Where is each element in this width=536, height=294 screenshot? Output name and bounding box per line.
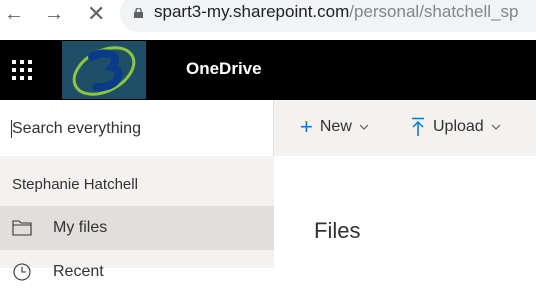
back-arrow-icon[interactable]: ← (4, 2, 24, 26)
search-input[interactable] (12, 118, 262, 140)
nav-item-label: My files (53, 219, 108, 236)
search-box[interactable] (0, 100, 274, 156)
nav-item-recent[interactable]: Recent (0, 250, 274, 294)
logo-mark (72, 46, 136, 96)
url-domain: spart3-my.sharepoint.com (154, 2, 350, 21)
url-path: /personal/shatchell_sp (349, 2, 519, 21)
nav-item-label: Recent (53, 263, 104, 280)
clock-icon (13, 263, 31, 281)
address-bar[interactable]: spart3-my.sharepoint.com/personal/shatch… (120, 0, 536, 32)
upload-icon (412, 117, 424, 136)
command-bar: + New Upload (274, 100, 536, 156)
folder-icon (12, 220, 32, 236)
forward-arrow-icon[interactable]: → (44, 2, 64, 26)
new-button[interactable]: + New (300, 114, 369, 139)
suite-header: OneDrive (0, 40, 536, 100)
url-text: spart3-my.sharepoint.com/personal/shatch… (154, 2, 518, 22)
nav-item-my-files[interactable]: My files (0, 206, 274, 250)
left-navigation: Stephanie Hatchell My files Recent (0, 156, 274, 281)
upload-label: Upload (433, 118, 484, 135)
user-name: Stephanie Hatchell (12, 176, 138, 193)
page-title: Files (314, 218, 361, 243)
chevron-down-icon (359, 124, 369, 130)
new-label: New (319, 118, 352, 135)
main-content: Files (274, 156, 536, 268)
upload-button[interactable]: Upload (411, 117, 501, 137)
browser-toolbar: ← → ✕ spart3-my.sharepoint.com/personal/… (0, 0, 536, 40)
lock-icon (134, 8, 143, 18)
close-icon[interactable]: ✕ (87, 2, 105, 26)
app-launcher-icon[interactable] (12, 60, 32, 80)
organization-logo[interactable] (62, 41, 146, 99)
chevron-down-icon (491, 124, 501, 130)
plus-icon: + (300, 114, 313, 139)
app-title[interactable]: OneDrive (186, 59, 262, 79)
